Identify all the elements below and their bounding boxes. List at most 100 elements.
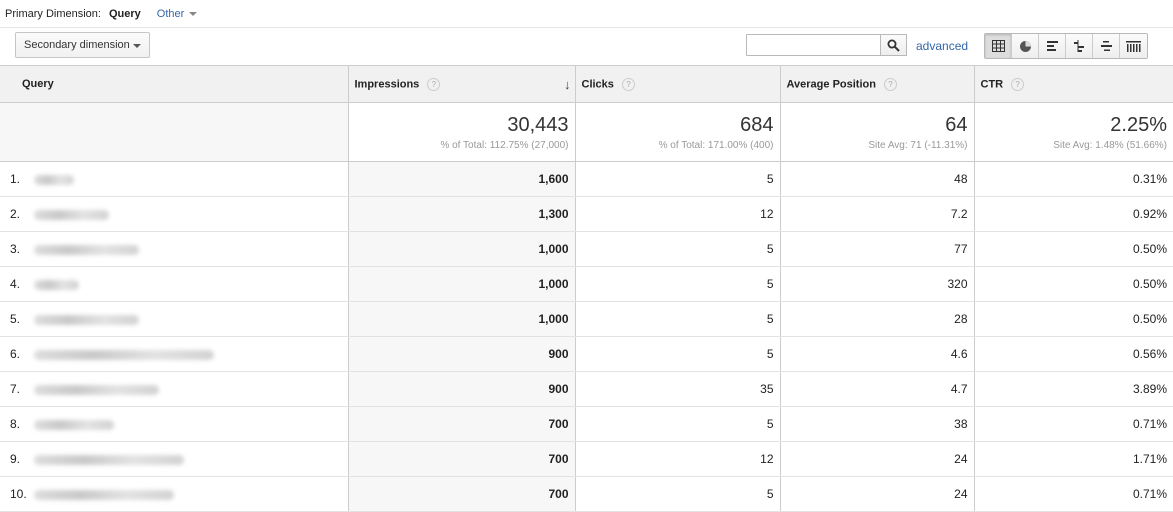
table-row: 5. 1,000 5 28 0.50% [0, 301, 1173, 337]
help-icon[interactable]: ? [1011, 77, 1025, 91]
query-cell[interactable]: 9. [0, 441, 348, 477]
row-number: 10. [10, 487, 27, 501]
primary-dimension-other-dropdown[interactable]: Other [157, 8, 198, 20]
advanced-filter-link[interactable]: advanced [916, 39, 968, 53]
term-cloud-view-button[interactable] [1093, 34, 1120, 58]
impressions-cell: 1,600 [347, 161, 575, 197]
impressions-cell: 1,000 [347, 231, 575, 267]
average-position-cell: 38 [779, 406, 974, 442]
column-header-average-position[interactable]: Average Position? [779, 65, 974, 103]
query-cell[interactable]: 8. [0, 406, 348, 442]
query-report-table: Query Impressions? ↓ Clicks? Average Pos… [0, 65, 1173, 512]
totals-clicks: 684 % of Total: 171.00% (400) [574, 102, 780, 162]
redacted-query-text [34, 209, 109, 220]
impressions-cell: 900 [347, 371, 575, 407]
primary-dimension-query[interactable]: Query [109, 8, 141, 20]
clicks-cell: 5 [574, 336, 780, 372]
average-position-cell: 24 [779, 441, 974, 477]
impressions-cell: 700 [347, 476, 575, 512]
row-number: 1. [10, 172, 21, 186]
column-header-ctr[interactable]: CTR? [973, 65, 1173, 103]
average-position-cell: 77 [779, 231, 974, 267]
clicks-cell: 12 [574, 196, 780, 232]
table-row: 9. 700 12 24 1.71% [0, 441, 1173, 477]
ctr-cell: 0.92% [973, 196, 1173, 232]
redacted-query-text [34, 489, 174, 500]
query-cell[interactable]: 5. [0, 301, 348, 337]
impressions-cell: 1,000 [347, 301, 575, 337]
table-row: 3. 1,000 5 77 0.50% [0, 231, 1173, 267]
query-cell[interactable]: 7. [0, 371, 348, 407]
table-row: 6. 900 5 4.6 0.56% [0, 336, 1173, 372]
table-row: 10. 700 5 24 0.71% [0, 476, 1173, 512]
clicks-cell: 5 [574, 476, 780, 512]
help-icon[interactable]: ? [621, 77, 635, 91]
table-row: 7. 900 35 4.7 3.89% [0, 371, 1173, 407]
table-view-button[interactable] [985, 34, 1012, 58]
query-cell[interactable]: 2. [0, 196, 348, 232]
redacted-query-text [34, 419, 114, 430]
table-row: 1. 1,600 5 48 0.31% [0, 161, 1173, 197]
row-number: 2. [10, 207, 21, 221]
table-row: 2. 1,300 12 7.2 0.92% [0, 196, 1173, 232]
help-icon[interactable]: ? [427, 77, 441, 91]
redacted-query-text [34, 454, 184, 465]
primary-dimension-label: Primary Dimension: [5, 7, 101, 20]
totals-impressions: 30,443 % of Total: 112.75% (27,000) [347, 102, 575, 162]
pivot-view-button[interactable] [1120, 34, 1147, 58]
comparison-view-button[interactable] [1066, 34, 1093, 58]
clicks-cell: 12 [574, 441, 780, 477]
chevron-down-icon [133, 44, 141, 48]
row-number: 9. [10, 452, 21, 466]
clicks-cell: 5 [574, 301, 780, 337]
clicks-cell: 5 [574, 161, 780, 197]
term-cloud-view-icon [1100, 41, 1112, 51]
search-button[interactable] [880, 34, 907, 56]
column-header-clicks[interactable]: Clicks? [574, 65, 780, 103]
impressions-cell: 700 [347, 441, 575, 477]
query-cell[interactable]: 4. [0, 266, 348, 302]
row-number: 3. [10, 242, 21, 256]
clicks-cell: 5 [574, 406, 780, 442]
row-number: 5. [10, 312, 21, 326]
average-position-cell: 4.6 [779, 336, 974, 372]
redacted-query-text [34, 244, 139, 255]
other-label: Other [156, 7, 185, 20]
column-header-impressions[interactable]: Impressions? ↓ [347, 65, 575, 103]
ctr-cell: 0.50% [973, 231, 1173, 267]
totals-average-position: 64 Site Avg: 71 (-11.31%) [779, 102, 974, 162]
ctr-cell: 0.71% [973, 406, 1173, 442]
ctr-cell: 0.50% [973, 301, 1173, 337]
column-header-query[interactable]: Query [0, 65, 348, 103]
secondary-dimension-button[interactable]: Secondary dimension [15, 32, 150, 58]
totals-row: 30,443 % of Total: 112.75% (27,000) 684 … [0, 102, 1173, 162]
row-number: 6. [10, 347, 21, 361]
query-cell[interactable]: 10. [0, 476, 348, 512]
query-cell[interactable]: 3. [0, 231, 348, 267]
pie-view-icon [1019, 40, 1031, 52]
totals-ctr: 2.25% Site Avg: 1.48% (51.66%) [973, 102, 1173, 162]
performance-view-icon [1046, 41, 1058, 51]
primary-dimension-bar: Primary Dimension: Query Other [0, 0, 1173, 27]
table-row: 8. 700 5 38 0.71% [0, 406, 1173, 442]
ctr-cell: 0.31% [973, 161, 1173, 197]
pie-view-button[interactable] [1012, 34, 1039, 58]
table-toolbar: Secondary dimension advanced [0, 27, 1173, 66]
average-position-cell: 320 [779, 266, 974, 302]
ctr-cell: 0.50% [973, 266, 1173, 302]
search-icon [887, 39, 900, 52]
help-icon[interactable]: ? [883, 77, 897, 91]
redacted-query-text [34, 174, 74, 185]
average-position-cell: 24 [779, 476, 974, 512]
query-cell[interactable]: 1. [0, 161, 348, 197]
impressions-cell: 1,000 [347, 266, 575, 302]
clicks-cell: 5 [574, 266, 780, 302]
clicks-cell: 5 [574, 231, 780, 267]
search-input[interactable] [746, 34, 881, 56]
query-cell[interactable]: 6. [0, 336, 348, 372]
ctr-cell: 0.71% [973, 476, 1173, 512]
sort-descending-icon[interactable]: ↓ [564, 77, 571, 92]
redacted-query-text [34, 384, 159, 395]
ctr-cell: 0.56% [973, 336, 1173, 372]
performance-view-button[interactable] [1039, 34, 1066, 58]
